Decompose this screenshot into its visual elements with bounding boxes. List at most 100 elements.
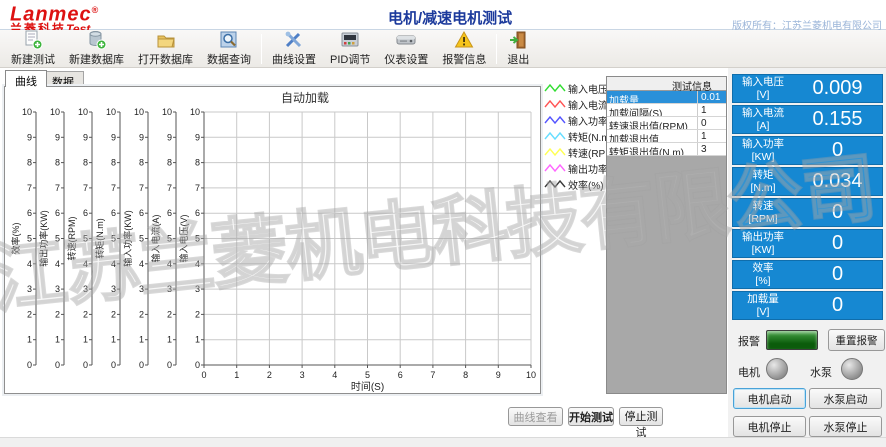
measurement-label: 转速[RPM] xyxy=(733,200,793,224)
svg-text:5: 5 xyxy=(111,234,116,244)
svg-text:5: 5 xyxy=(83,234,88,244)
tab-curve[interactable]: 曲线 xyxy=(5,70,47,87)
svg-text:0: 0 xyxy=(167,360,172,370)
svg-text:0: 0 xyxy=(27,360,32,370)
row-label: 转矩退出值(N.m) xyxy=(607,143,698,155)
svg-text:9: 9 xyxy=(55,132,60,142)
svg-text:8: 8 xyxy=(195,158,200,168)
svg-text:9: 9 xyxy=(195,132,200,142)
legend-swatch xyxy=(544,82,566,94)
svg-text:5: 5 xyxy=(365,370,370,380)
svg-text:8: 8 xyxy=(55,158,60,168)
toolbar-instrument-settings[interactable]: 仪表设置 xyxy=(377,31,435,67)
svg-text:3: 3 xyxy=(55,284,60,294)
toolbar-separator xyxy=(496,34,497,64)
legend-item: 转速(RPM) xyxy=(544,144,604,160)
svg-text:3: 3 xyxy=(139,284,144,294)
svg-text:1: 1 xyxy=(167,335,172,345)
alarm-info-icon xyxy=(454,30,474,50)
tab-data[interactable]: 数据 xyxy=(42,71,84,87)
row-value: 0.01 xyxy=(698,91,726,103)
toolbar-item-label: 仪表设置 xyxy=(384,51,428,67)
svg-text:输入电流(A): 输入电流(A) xyxy=(150,214,161,262)
svg-text:3: 3 xyxy=(83,284,88,294)
toolbar-new-test[interactable]: 新建测试 xyxy=(4,31,62,67)
svg-text:4: 4 xyxy=(83,259,88,269)
svg-text:9: 9 xyxy=(27,132,32,142)
instrument-settings-icon xyxy=(396,30,416,50)
svg-text:0: 0 xyxy=(111,360,116,370)
status-strip xyxy=(0,437,886,447)
table-row[interactable]: 加载间隔(S)1 xyxy=(607,104,726,117)
motor-stop-button[interactable]: 电机停止 xyxy=(733,416,806,437)
svg-text:0: 0 xyxy=(201,370,206,380)
measurement-label: 加载量[V] xyxy=(733,293,793,317)
reset-alarm-button[interactable]: 重置报警 xyxy=(828,329,885,351)
motor-start-button[interactable]: 电机启动 xyxy=(733,388,806,409)
legend-item: 效率(%) xyxy=(544,176,604,192)
svg-text:10: 10 xyxy=(106,107,116,117)
motor-led xyxy=(766,358,788,380)
svg-text:输出功率(KW): 输出功率(KW) xyxy=(38,210,49,267)
start-test-button[interactable]: 开始测试 xyxy=(568,407,614,426)
toolbar-new-database[interactable]: 新建数据库 xyxy=(62,31,131,67)
svg-text:效率(%): 效率(%) xyxy=(10,223,21,255)
svg-text:3: 3 xyxy=(195,284,200,294)
svg-text:0: 0 xyxy=(195,360,200,370)
legend-item: 输出功率(KW) xyxy=(544,160,604,176)
measurement-tile: 输入功率[KW]0 xyxy=(732,136,883,165)
svg-text:9: 9 xyxy=(139,132,144,142)
table-row[interactable]: 加载量0.01 xyxy=(607,91,726,104)
legend-swatch xyxy=(544,146,566,158)
toolbar-data-query[interactable]: 数据查询 xyxy=(200,31,258,67)
svg-text:5: 5 xyxy=(55,234,60,244)
svg-text:4: 4 xyxy=(27,259,32,269)
svg-text:2: 2 xyxy=(83,309,88,319)
toolbar-item-label: 数据查询 xyxy=(207,51,251,67)
toolbar-pid-tuning[interactable]: PID调节 xyxy=(323,31,377,67)
svg-text:3: 3 xyxy=(167,284,172,294)
measurement-tile: 转矩[N.m]0.034 xyxy=(732,167,883,196)
row-value: 1 xyxy=(698,104,726,116)
test-info-panel: 测试信息 加载量0.01加载间隔(S)1转速退出值(RPM)0加载退出值1转矩退… xyxy=(606,76,727,394)
toolbar-curve-settings[interactable]: 曲线设置 xyxy=(265,31,323,67)
chart-canvas: 012345678910效率(%)012345678910输出功率(KW)012… xyxy=(5,87,540,393)
stop-test-button[interactable]: 停止测试 xyxy=(619,407,663,426)
table-row[interactable]: 转矩退出值(N.m)3 xyxy=(607,143,726,156)
measurement-value: 0 xyxy=(793,263,882,286)
pid-tuning-icon xyxy=(340,30,360,50)
svg-text:8: 8 xyxy=(111,158,116,168)
legend-swatch xyxy=(544,162,566,174)
svg-text:5: 5 xyxy=(195,234,200,244)
toolbar-item-label: 报警信息 xyxy=(442,51,486,67)
toolbar-item-label: PID调节 xyxy=(330,51,370,67)
measurement-label: 输入功率[KW] xyxy=(733,138,793,162)
table-row[interactable]: 加载退出值1 xyxy=(607,130,726,143)
svg-text:4: 4 xyxy=(332,370,337,380)
legend-label: 效率(%) xyxy=(568,177,604,192)
svg-text:5: 5 xyxy=(139,234,144,244)
toolbar-alarm-info[interactable]: 报警信息 xyxy=(435,31,493,67)
legend-swatch xyxy=(544,114,566,126)
measurement-label: 转矩[N.m] xyxy=(733,169,793,193)
svg-text:8: 8 xyxy=(27,158,32,168)
svg-text:3: 3 xyxy=(27,284,32,294)
pump-stop-button[interactable]: 水泵停止 xyxy=(809,416,882,437)
svg-text:9: 9 xyxy=(167,132,172,142)
toolbar-open-database[interactable]: 打开数据库 xyxy=(131,31,200,67)
measurement-tile: 加载量[V]0 xyxy=(732,291,883,320)
table-rows: 加载量0.01加载间隔(S)1转速退出值(RPM)0加载退出值1转矩退出值(N.… xyxy=(607,91,726,156)
table-header: 测试信息 xyxy=(607,77,726,91)
svg-text:2: 2 xyxy=(195,309,200,319)
row-value: 1 xyxy=(698,130,726,142)
pump-start-button[interactable]: 水泵启动 xyxy=(809,388,882,409)
toolbar-exit[interactable]: 退出 xyxy=(500,31,536,67)
measurement-value: 0 xyxy=(793,294,882,317)
table-row[interactable]: 转速退出值(RPM)0 xyxy=(607,117,726,130)
measurement-label: 输出功率[KW] xyxy=(733,231,793,255)
svg-text:10: 10 xyxy=(78,107,88,117)
svg-text:4: 4 xyxy=(195,259,200,269)
svg-text:输入电压(V): 输入电压(V) xyxy=(178,214,189,262)
svg-text:8: 8 xyxy=(167,158,172,168)
curve-view-button[interactable]: 曲线查看 xyxy=(508,407,563,426)
